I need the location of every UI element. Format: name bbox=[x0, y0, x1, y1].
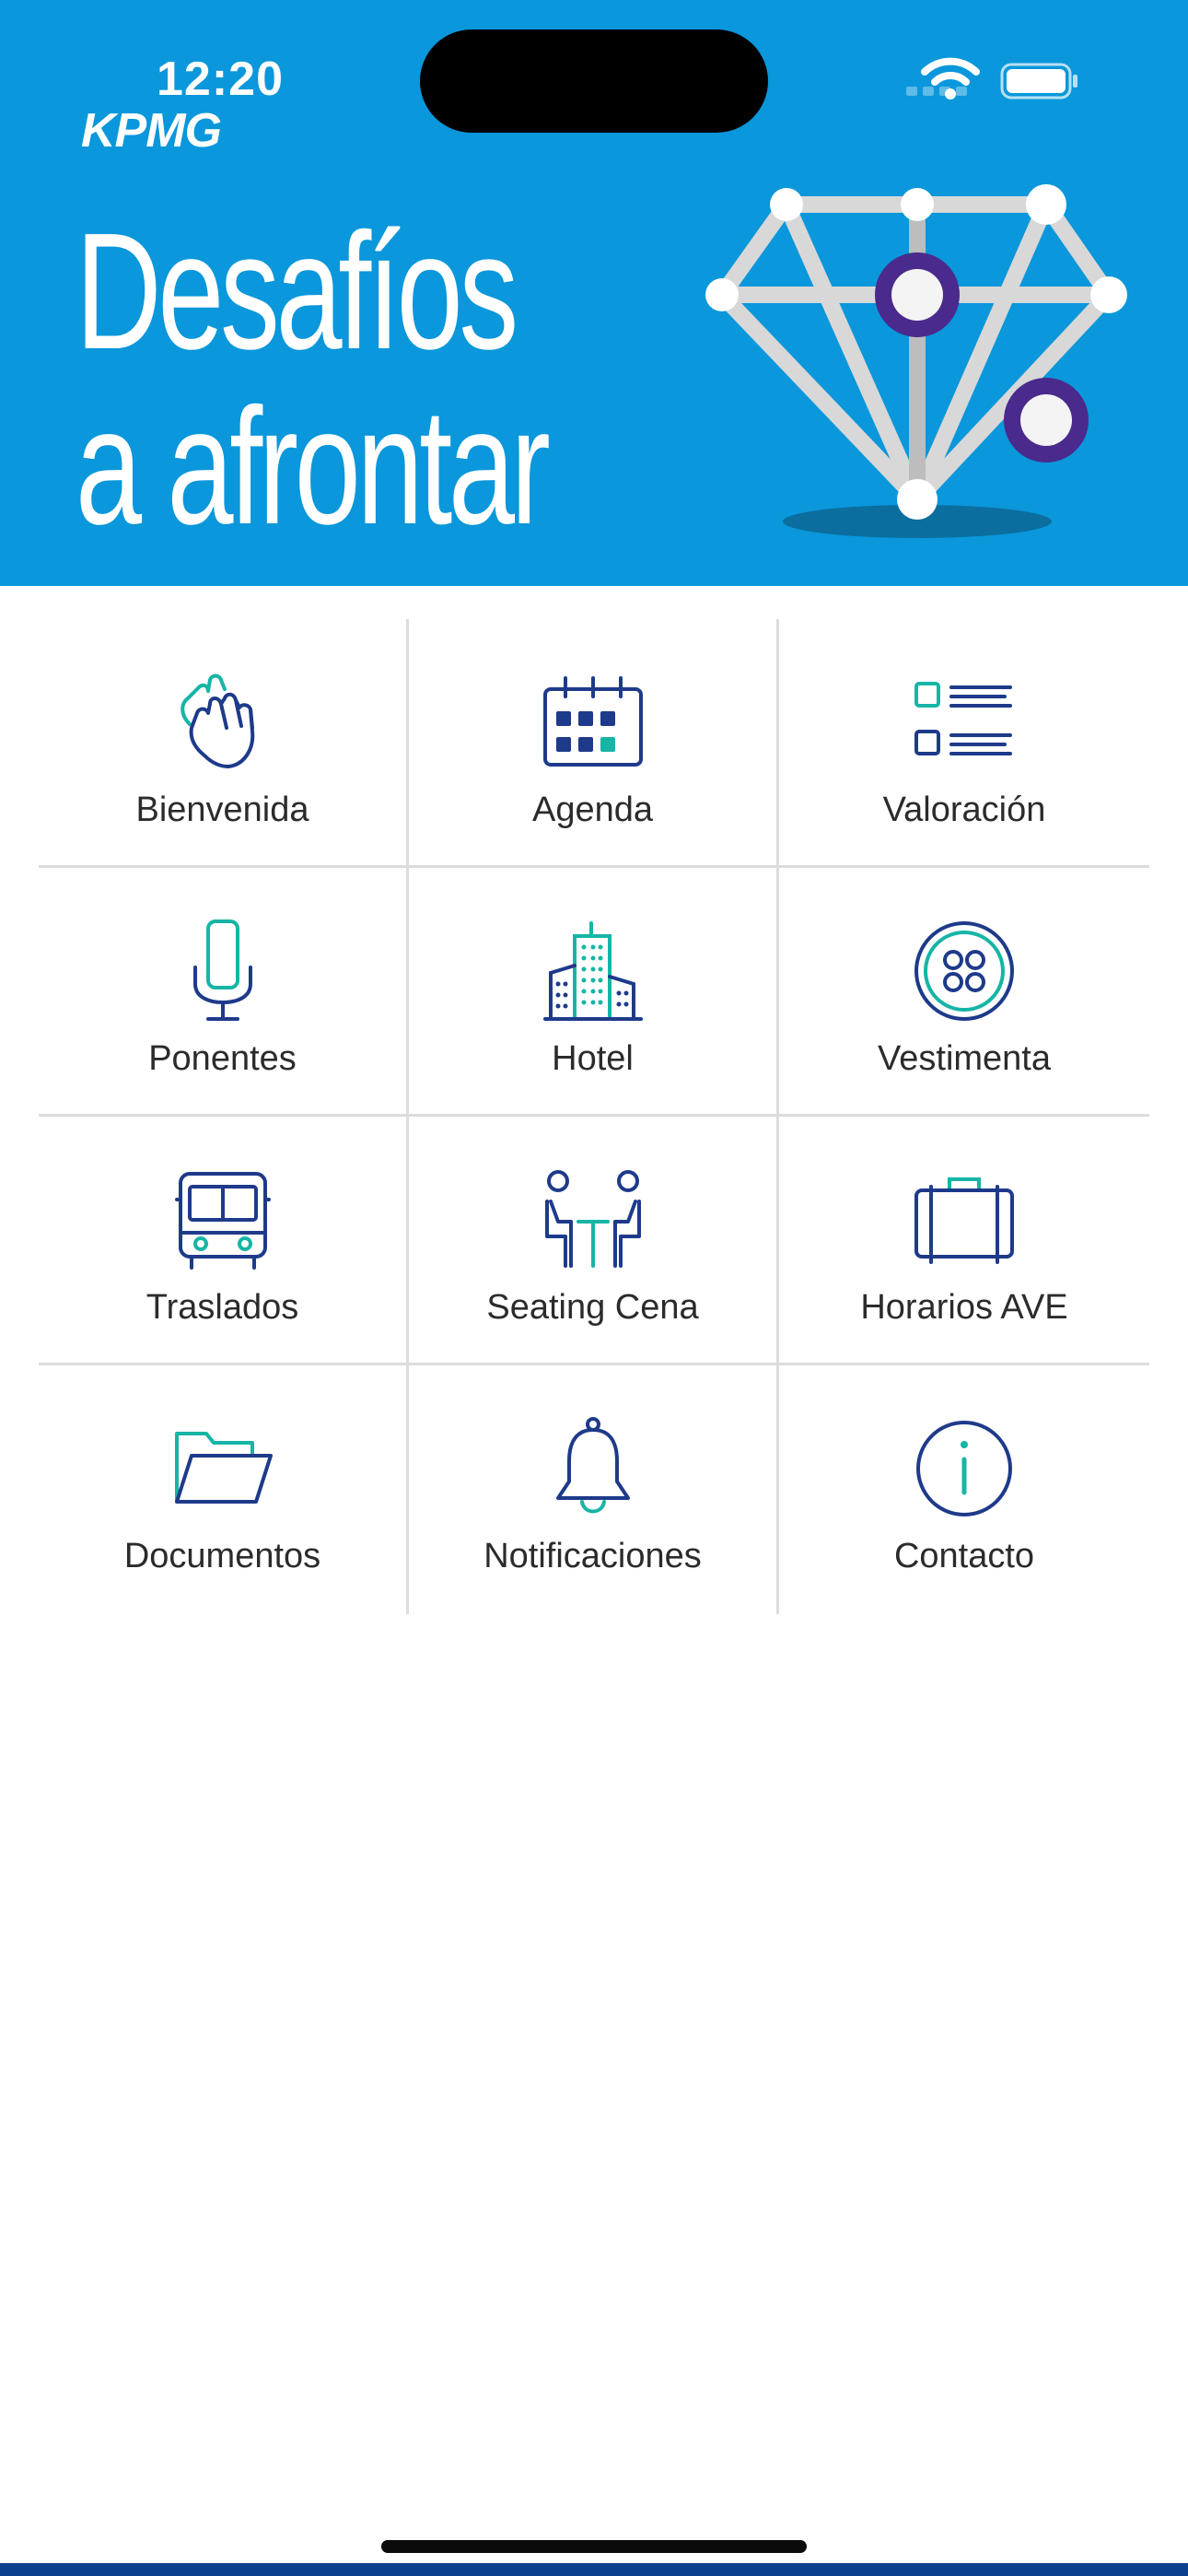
menu-item-label: Traslados bbox=[146, 1288, 299, 1327]
menu-item-agenda[interactable]: Agenda bbox=[409, 619, 779, 868]
bus-icon bbox=[174, 1172, 271, 1270]
menu-item-contacto[interactable]: Contacto bbox=[779, 1365, 1149, 1614]
menu-item-notificaciones[interactable]: Notificaciones bbox=[409, 1365, 779, 1614]
menu-item-label: Vestimenta bbox=[878, 1039, 1051, 1078]
calendar-icon bbox=[542, 676, 643, 767]
kpmg-logo: KPMG bbox=[81, 104, 222, 158]
menu-item-traslados[interactable]: Traslados bbox=[39, 1117, 409, 1365]
menu-item-seating-cena[interactable]: Seating Cena bbox=[409, 1117, 779, 1365]
menu-item-label: Documentos bbox=[123, 1537, 321, 1575]
dinner-seating-icon bbox=[544, 1170, 641, 1268]
menu-item-horarios-ave[interactable]: Horarios AVE bbox=[779, 1117, 1149, 1365]
page-title: Desafíos a afrontar bbox=[76, 199, 551, 559]
home-indicator[interactable] bbox=[381, 2540, 807, 2553]
bell-icon bbox=[555, 1417, 630, 1514]
menu-item-ponentes[interactable]: Ponentes bbox=[39, 868, 409, 1117]
microphone-icon bbox=[192, 919, 252, 1021]
menu-item-hotel[interactable]: Hotel bbox=[409, 868, 779, 1117]
diamond-illustration-icon bbox=[705, 184, 1127, 538]
battery-icon bbox=[1000, 63, 1077, 100]
suitcase-icon bbox=[914, 1177, 1014, 1264]
title-line-2: a afrontar bbox=[76, 374, 551, 559]
menu-item-label: Horarios AVE bbox=[860, 1288, 1068, 1327]
menu-item-label: Agenda bbox=[531, 790, 653, 829]
info-icon bbox=[916, 1421, 1012, 1516]
menu-item-vestimenta[interactable]: Vestimenta bbox=[779, 868, 1149, 1117]
dynamic-island bbox=[420, 29, 768, 133]
building-icon bbox=[542, 921, 643, 1021]
app-header: 12:20 KPMG Desafíos a afrontar bbox=[0, 0, 1188, 586]
menu-item-bienvenida[interactable]: Bienvenida bbox=[39, 619, 409, 868]
wifi-icon bbox=[921, 57, 980, 100]
menu-item-label: Seating Cena bbox=[486, 1288, 699, 1327]
checklist-icon bbox=[914, 682, 1012, 755]
status-time: 12:20 bbox=[157, 53, 284, 106]
menu-grid: Bienvenida Agenda Valoración Ponentes Ho… bbox=[39, 619, 1149, 1614]
button-icon bbox=[914, 921, 1014, 1021]
bottom-bar bbox=[0, 2563, 1188, 2576]
menu-item-label: Notificaciones bbox=[483, 1537, 702, 1575]
menu-item-label: Hotel bbox=[552, 1039, 634, 1078]
menu-item-valoracion[interactable]: Valoración bbox=[779, 619, 1149, 868]
menu-item-label: Bienvenida bbox=[135, 790, 309, 829]
menu-item-label: Ponentes bbox=[148, 1039, 297, 1078]
title-line-1: Desafíos bbox=[76, 199, 518, 384]
menu-item-documentos[interactable]: Documentos bbox=[39, 1365, 409, 1614]
menu-item-label: Valoración bbox=[882, 790, 1046, 829]
folder-icon bbox=[174, 1432, 273, 1504]
menu-item-label: Contacto bbox=[893, 1537, 1035, 1575]
clapping-hands-icon bbox=[180, 673, 254, 768]
